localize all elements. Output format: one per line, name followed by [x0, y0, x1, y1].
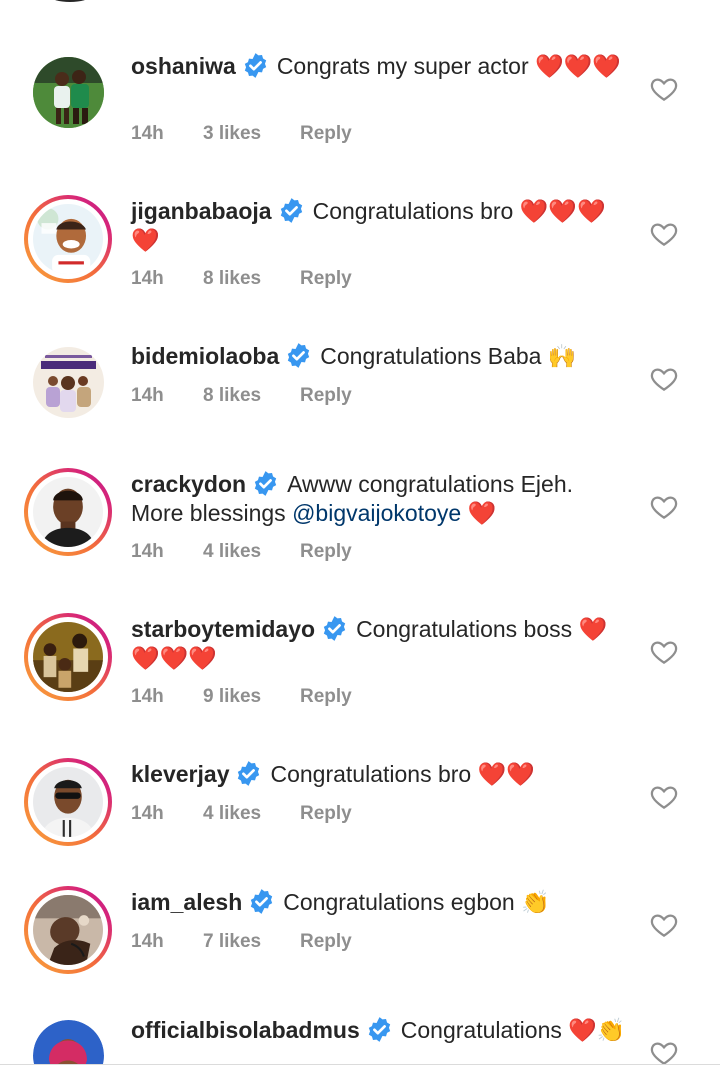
comment-text: oshaniwa Congrats my super actor ❤️❤️❤️: [131, 52, 631, 81]
comment-meta: 14h 8 likes Reply: [131, 268, 352, 290]
avatar[interactable]: [33, 57, 104, 128]
verified-badge-icon: [323, 616, 346, 641]
avatar[interactable]: [24, 195, 112, 283]
heart-outline-icon[interactable]: [649, 782, 679, 812]
username[interactable]: bidemiolaoba: [131, 343, 279, 369]
avatar[interactable]: [33, 347, 104, 418]
comment-text: crackydon Awww congratulations Ejeh. More…: [131, 470, 631, 528]
comment-text: iam_alesh Congratulations egbon 👏: [131, 888, 631, 917]
username[interactable]: officialbisolabadmus: [131, 1017, 360, 1043]
username[interactable]: kleverjay: [131, 761, 229, 787]
comment-likes[interactable]: 8 likes: [203, 385, 300, 407]
soccer-players-photo: [33, 57, 104, 128]
man-portrait: [33, 477, 103, 547]
avatar[interactable]: [24, 613, 112, 701]
username[interactable]: crackydon: [131, 471, 246, 497]
comment-list: oshaniwa Congrats my super actor ❤️❤️❤️ 1…: [0, 0, 720, 1080]
comment-likes[interactable]: 7 likes: [203, 931, 300, 953]
comment-text: starboytemidayo Congratulations boss ❤️❤️…: [131, 615, 631, 673]
comment-likes[interactable]: 4 likes: [203, 541, 300, 563]
verified-badge-icon: [251, 889, 273, 914]
comment-text: jiganbabaoja Congratulations bro ❤️❤️❤️❤️: [131, 197, 631, 255]
comment-time: 14h: [131, 931, 164, 952]
comment-time: 14h: [131, 385, 164, 406]
heart-outline-icon[interactable]: [649, 364, 679, 394]
woman-portrait: [33, 1020, 104, 1064]
comment-meta: 14h 9 likes Reply: [131, 686, 352, 708]
verified-badge-icon: [254, 471, 277, 496]
cartoon-man-portrait: [33, 204, 103, 274]
comment-likes[interactable]: 8 likes: [203, 268, 300, 290]
verified-badge-icon: [280, 198, 302, 223]
reply-button[interactable]: Reply: [300, 268, 352, 290]
mention-link[interactable]: @bigvaijokotoye: [292, 500, 461, 526]
comment-text: bidemiolaoba Congratulations Baba 🙌: [131, 342, 631, 371]
heart-outline-icon[interactable]: [649, 492, 679, 522]
avatar[interactable]: [24, 886, 112, 974]
username[interactable]: oshaniwa: [131, 53, 236, 79]
heart-outline-icon[interactable]: [649, 910, 679, 940]
comment-message: Congrats my super actor ❤️❤️❤️: [276, 53, 621, 79]
movie-poster-akanchawa: [33, 347, 104, 418]
comment-text: officialbisolabadmus Congratulations ❤️👏: [131, 1016, 631, 1045]
comment-meta: 14h 4 likes Reply: [131, 803, 352, 825]
heart-outline-icon[interactable]: [649, 637, 679, 667]
comment-likes[interactable]: 9 likes: [203, 686, 300, 708]
avatar[interactable]: [24, 468, 112, 556]
group-photo: [33, 622, 103, 692]
verified-badge-icon: [368, 1017, 390, 1042]
comment-time: 14h: [131, 686, 164, 707]
verified-badge-icon: [238, 761, 260, 786]
comment-likes[interactable]: 4 likes: [203, 803, 300, 825]
username[interactable]: starboytemidayo: [131, 616, 315, 642]
man-sunglasses: [33, 767, 103, 837]
comment-meta: 14h 8 likes Reply: [131, 385, 352, 407]
comment-message: Congratulations ❤️👏: [400, 1017, 626, 1043]
comment-meta: 14h 3 likes Reply: [131, 123, 352, 145]
username[interactable]: jiganbabaoja: [131, 198, 272, 224]
comment-meta: 14h 7 likes Reply: [131, 931, 352, 953]
reply-button[interactable]: Reply: [300, 385, 352, 407]
comment-message: Congratulations bro ❤️❤️: [270, 761, 535, 787]
verified-badge-icon: [288, 343, 310, 368]
reply-button[interactable]: Reply: [300, 123, 352, 145]
comment-message-end: ❤️: [461, 500, 497, 526]
reply-button[interactable]: Reply: [300, 931, 352, 953]
comment-time: 14h: [131, 541, 164, 562]
reply-button[interactable]: Reply: [300, 541, 352, 563]
comment-message: Congratulations Baba 🙌: [320, 343, 577, 369]
heart-outline-icon[interactable]: [649, 219, 679, 249]
reply-button[interactable]: Reply: [300, 686, 352, 708]
bottom-bar: [0, 1065, 720, 1080]
comment-time: 14h: [131, 803, 164, 824]
avatar[interactable]: [24, 758, 112, 846]
comment-text: kleverjay Congratulations bro ❤️❤️: [131, 760, 631, 789]
comment-time: 14h: [131, 268, 164, 289]
comment-meta: 14h 4 likes Reply: [131, 541, 352, 563]
heart-outline-icon[interactable]: [649, 74, 679, 104]
comment-time: 14h: [131, 123, 164, 144]
comment-message: Congratulations egbon 👏: [283, 889, 550, 915]
comment-likes[interactable]: 3 likes: [203, 123, 300, 145]
avatar[interactable]: [33, 1020, 104, 1064]
verified-badge-icon: [244, 53, 266, 78]
reply-button[interactable]: Reply: [300, 803, 352, 825]
man-tattoo-photo: [33, 895, 103, 965]
username[interactable]: iam_alesh: [131, 889, 242, 915]
